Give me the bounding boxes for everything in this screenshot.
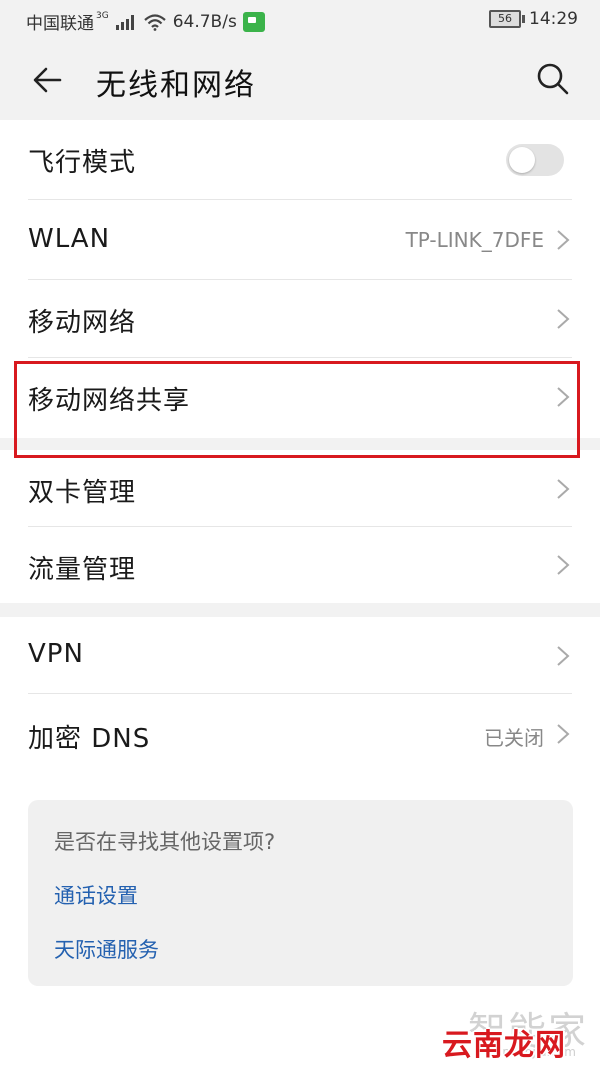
app-header: 无线和网络 (0, 40, 600, 120)
clock: 14:29 (529, 9, 578, 29)
network-type-label: 3G (96, 10, 109, 21)
row-wlan[interactable]: WLAN TP-LINK_7DFE (0, 200, 600, 280)
suggestions-card: 是否在寻找其他设置项? 通话设置 天际通服务 (28, 800, 573, 986)
wifi-icon (143, 13, 166, 31)
toggle-knob (509, 147, 535, 173)
chevron-right-icon (557, 646, 570, 666)
signal-icon (115, 14, 134, 30)
row-mobile-network[interactable]: 移动网络 (0, 280, 600, 358)
row-label: 移动网络共享 (28, 386, 191, 416)
search-icon[interactable] (536, 62, 570, 96)
link-call-settings[interactable]: 通话设置 (54, 880, 138, 910)
carrier-label: 中国联通 (26, 14, 94, 34)
row-label: 双卡管理 (28, 478, 137, 508)
chevron-right-icon (557, 230, 570, 250)
page-title: 无线和网络 (96, 68, 256, 103)
wlan-network-name: TP-LINK_7DFE (405, 228, 544, 252)
suggestions-question: 是否在寻找其他设置项? (54, 830, 276, 854)
row-label: 飞行模式 (28, 148, 137, 178)
network-speed: 64.7B/s (172, 11, 237, 32)
battery-icon: 56 (489, 10, 525, 28)
row-vpn[interactable]: VPN (0, 617, 600, 694)
row-label: 流量管理 (28, 555, 137, 585)
row-data-usage[interactable]: 流量管理 (0, 527, 600, 603)
row-airplane-mode[interactable]: 飞行模式 (0, 120, 600, 200)
row-label: 移动网络 (28, 308, 137, 338)
row-private-dns[interactable]: 加密 DNS 已关闭 (0, 694, 600, 774)
row-label: 加密 DNS (28, 724, 151, 754)
row-label: VPN (28, 639, 84, 669)
row-dual-sim[interactable]: 双卡管理 (0, 450, 600, 527)
section-gap (0, 603, 600, 617)
link-skytone-service[interactable]: 天际通服务 (54, 934, 159, 964)
chevron-right-icon (557, 309, 570, 329)
airplane-mode-toggle[interactable] (506, 144, 564, 176)
row-tethering[interactable]: 移动网络共享 (0, 358, 600, 438)
chevron-right-icon (557, 479, 570, 499)
section-gap (0, 438, 600, 450)
chevron-right-icon (557, 555, 570, 575)
chevron-right-icon (557, 724, 570, 744)
back-arrow-icon[interactable] (30, 62, 66, 98)
app-notification-icon (242, 11, 265, 32)
chevron-right-icon (557, 387, 570, 407)
row-label: WLAN (28, 224, 111, 254)
watermark-brand: 云南龙网 (442, 1028, 566, 1063)
private-dns-status: 已关闭 (484, 726, 544, 750)
status-bar: 中国联通 3G 64.7B/s 56 14:29 (0, 0, 600, 40)
